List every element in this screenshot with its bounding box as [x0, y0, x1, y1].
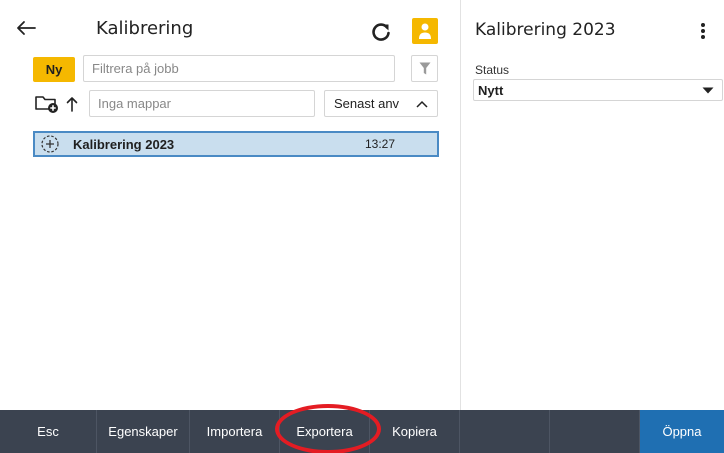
status-select[interactable]: Nytt	[473, 79, 723, 101]
user-icon	[419, 23, 431, 39]
funnel-icon	[419, 62, 430, 75]
job-name: Kalibrering 2023	[73, 136, 175, 152]
arrow-up-icon	[66, 97, 78, 112]
page-title: Kalibrering	[96, 18, 194, 39]
job-detail-pane: Kalibrering 2023 Status Nytt	[460, 0, 724, 410]
job-filter-input[interactable]	[83, 55, 395, 82]
chevron-up-icon	[416, 100, 428, 108]
open-button[interactable]: Öppna	[640, 410, 724, 453]
refresh-icon	[372, 23, 390, 41]
user-button[interactable]	[412, 18, 438, 44]
export-button[interactable]: Exportera	[280, 410, 370, 453]
sort-label: Senast anv	[334, 96, 400, 111]
status-label: Status	[475, 63, 510, 77]
job-row[interactable]: Kalibrering 2023 13:27	[33, 131, 439, 157]
sort-button[interactable]: Senast anv	[324, 90, 438, 117]
folder-up-button[interactable]	[63, 93, 81, 115]
new-folder-icon	[35, 96, 58, 113]
filter-button[interactable]	[411, 55, 438, 82]
status-value: Nytt	[478, 82, 504, 98]
back-button[interactable]	[12, 14, 40, 42]
arrow-left-icon	[17, 21, 36, 35]
app-window: Kalibrering Ny Filtrera på jobb Inga map…	[0, 0, 724, 453]
bottom-toolbar: Esc Egenskaper Importera Exportera Kopie…	[0, 410, 724, 453]
more-button[interactable]	[693, 18, 713, 44]
empty-toolbar-slot	[550, 410, 640, 453]
refresh-button[interactable]	[368, 19, 394, 45]
empty-toolbar-slot	[460, 410, 550, 453]
job-add-icon	[39, 133, 61, 155]
properties-button[interactable]: Egenskaper	[97, 410, 190, 453]
caret-down-icon	[702, 87, 714, 93]
import-button[interactable]: Importera	[190, 410, 280, 453]
more-vertical-icon	[701, 23, 705, 39]
detail-title: Kalibrering 2023	[475, 20, 616, 40]
new-folder-button[interactable]	[33, 93, 61, 115]
folder-input[interactable]	[89, 90, 315, 117]
copy-button[interactable]: Kopiera	[370, 410, 460, 453]
esc-button[interactable]: Esc	[0, 410, 97, 453]
new-job-button[interactable]: Ny	[33, 57, 75, 82]
job-list-pane: Kalibrering Ny Filtrera på jobb Inga map…	[0, 0, 460, 410]
job-time: 13:27	[364, 137, 395, 151]
